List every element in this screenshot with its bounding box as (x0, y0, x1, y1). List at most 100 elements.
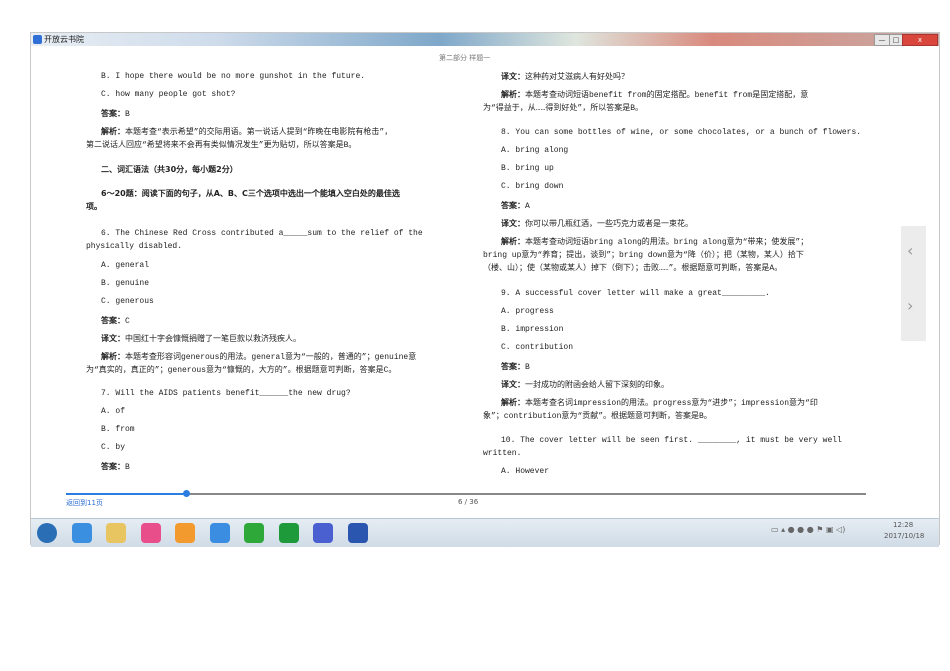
line-text: B. from (101, 425, 135, 434)
close-button[interactable]: x (902, 34, 938, 46)
document-line: C. bring down (501, 182, 563, 191)
document-line: B. impression (501, 325, 563, 334)
photo-app-icon[interactable] (140, 523, 161, 543)
line-text: 8. You can some bottles of wine, or some… (501, 128, 862, 137)
minimize-button[interactable]: — (874, 34, 890, 46)
ie-browser-icon[interactable] (71, 523, 92, 543)
line-text: 9. A successful cover letter will make a… (501, 289, 770, 298)
line-text: A. progress (501, 307, 554, 316)
line-text: A. However (501, 467, 550, 476)
page-header: 第二部分 样题一 (439, 54, 491, 62)
answer-label: 译文： (501, 380, 525, 389)
word-icon[interactable] (347, 523, 368, 543)
page-progress-slider[interactable] (66, 490, 866, 497)
answer-label: 解析： (101, 352, 125, 361)
document-line: 答案：B (101, 461, 130, 472)
document-line: 6. The Chinese Red Cross contributed a__… (101, 229, 423, 238)
document-line: B. from (101, 425, 135, 434)
document-line: 译文：这种药对艾滋病人有好处吗？ (501, 71, 629, 82)
document-line: 第二说话人回应“希望将来不会再有类似情况发生”更为贴切，所以答案是B。 (86, 139, 356, 150)
document-line: written. (483, 449, 521, 458)
document-line: B. I hope there would be no more gunshot… (101, 72, 365, 81)
iqiyi-icon[interactable] (244, 523, 264, 543)
line-text: written. (483, 449, 522, 458)
line-text: physically disabled. (86, 242, 183, 251)
document-line: 解析：本题考查动词短语bring along的用法。bring along意为“… (501, 236, 808, 247)
line-text: C. generous (101, 297, 154, 306)
line-text: 这种药对艾滋病人有好处吗？ (525, 73, 629, 82)
document-line: A. However (501, 467, 549, 476)
reader-window: 开放云书院 — □ x 第二部分 样题一 B. I hope there wou… (30, 32, 940, 547)
system-tray[interactable]: ▭ ▴ ● ● ● ⚑ ▣ ◁) (771, 525, 845, 534)
line-text: B. impression (501, 325, 564, 334)
app-icon (33, 35, 42, 44)
line-text: 你可以带几瓶红酒，一些巧克力或者是一束花。 (525, 220, 693, 229)
document-line: C. how many people got shot? (101, 90, 235, 99)
line-text: 本题考查“表示希望”的交际用语。第一说话人提到“昨晚在电影院有枪击”， (125, 128, 393, 137)
line-text: A. of (101, 407, 126, 416)
document-line: 答案：B (501, 361, 530, 372)
start-orb-icon[interactable] (37, 523, 57, 543)
document-line: C. contribution (501, 343, 573, 352)
document-line: 译文：中国红十字会慷慨捐赠了一笔巨款以救济残疾人。 (101, 333, 301, 344)
line-text: 7. Will the AIDS patients benefit______t… (101, 389, 351, 398)
document-line: A. bring along (501, 146, 568, 155)
document-line: B. genuine (101, 279, 149, 288)
line-text: B (125, 463, 130, 472)
document-line: 为“得益于，从……得到好处”，所以答案是B。 (483, 102, 643, 113)
document-line: 译文：你可以带几瓶红酒，一些巧克力或者是一束花。 (501, 218, 693, 229)
answer-label: 解析： (501, 237, 525, 246)
maximize-button[interactable]: □ (889, 34, 903, 46)
answer-label: 答案： (501, 362, 525, 371)
document-line: physically disabled. (86, 242, 182, 251)
line-text: B (125, 110, 130, 119)
line-text: bring up意为“养育；提出，谈到”；bring down意为“降（价）；把… (483, 251, 804, 260)
document-line: 10. The cover letter will be seen first.… (501, 436, 842, 445)
file-explorer-icon[interactable] (106, 523, 126, 543)
qq-browser-icon[interactable] (209, 523, 230, 543)
line-text: 象”；contribution意为“贡献”。根据题意可判断，答案是B。 (483, 412, 712, 421)
line-text: B (525, 363, 530, 372)
line-text: C. contribution (501, 343, 574, 352)
document-line: bring up意为“养育；提出，谈到”；bring down意为“降（价）；把… (483, 249, 804, 260)
line-text: C. bring down (501, 182, 564, 191)
page-indicator: 6 / 36 (458, 498, 479, 506)
document-line: 答案：B (101, 108, 130, 119)
document-line: 9. A successful cover letter will make a… (501, 289, 770, 298)
document-line: 为“真实的，真正的”；generous意为“慷慨的，大方的”。根据题意可判断，答… (86, 364, 396, 375)
document-line: C. by (101, 443, 125, 452)
line-text: 本题考查形容词generous的用法。general意为“一般的，普通的”；ge… (125, 353, 417, 362)
prev-page-button[interactable]: ‹ (907, 241, 913, 260)
clock-date: 2017/10/18 (884, 532, 925, 540)
line-text: 为“得益于，从……得到好处”，所以答案是B。 (483, 104, 644, 113)
line-text: C. how many people got shot? (101, 90, 236, 99)
line-text: A (525, 202, 530, 211)
line-text: A. bring along (501, 146, 569, 155)
section-heading: 6～20题：阅读下面的句子，从A、B、C三个选项中选出一个能填入空白处的最佳选 (101, 189, 400, 198)
pinwheel-app-icon[interactable] (175, 523, 195, 543)
progress-handle[interactable] (183, 490, 190, 497)
answer-label: 解析： (501, 90, 525, 99)
green-app-icon[interactable] (278, 523, 299, 543)
document-line: C. generous (101, 297, 154, 306)
line-text: A. general (101, 261, 150, 270)
answer-label: 解析： (501, 398, 525, 407)
answer-label: 译文： (501, 72, 525, 81)
title-bar: 开放云书院 — □ x (31, 33, 939, 46)
document-line: A. progress (501, 307, 554, 316)
page-nav-panel: ‹ › (901, 226, 926, 341)
answer-label: 解析： (101, 127, 125, 136)
answer-label: 答案： (501, 201, 525, 210)
section-heading: 项。 (86, 202, 102, 211)
app-title: 开放云书院 (44, 35, 84, 44)
reader-app-icon[interactable] (313, 523, 333, 543)
section-heading: 二、词汇语法（共30分，每小题2分） (101, 165, 238, 174)
line-text: 本题考查动词短语benefit from的固定搭配。benefit from是固… (525, 91, 809, 100)
back-to-page-link[interactable]: 返回到11页 (66, 498, 103, 508)
next-page-button[interactable]: › (907, 296, 913, 315)
line-text: B. genuine (101, 279, 150, 288)
line-text: 为“真实的，真正的”；generous意为“慷慨的，大方的”。根据题意可判断，答… (86, 366, 397, 375)
document-line: 解析：本题考查形容词generous的用法。general意为“一般的，普通的”… (101, 351, 416, 362)
line-text: C. by (101, 443, 126, 452)
line-text: C (125, 317, 130, 326)
